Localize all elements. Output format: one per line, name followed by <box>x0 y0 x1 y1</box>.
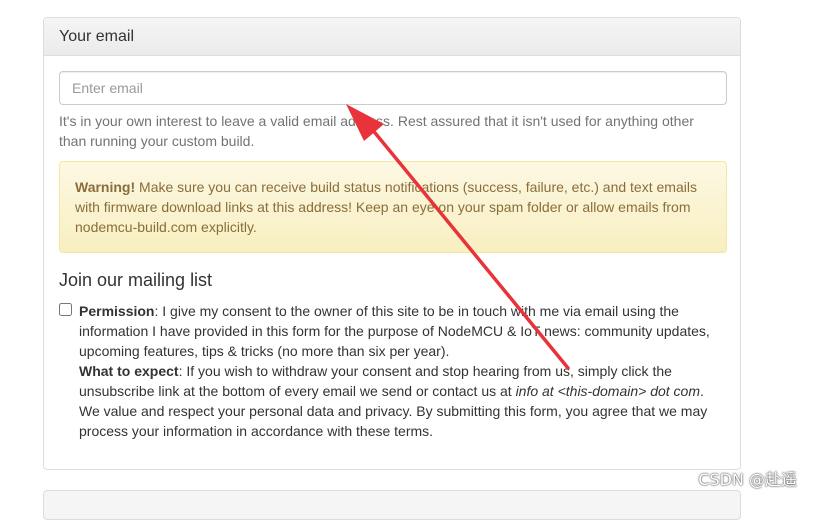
email-panel: Your email It's in your own interest to … <box>43 17 741 470</box>
panel-body: It's in your own interest to leave a val… <box>44 56 740 441</box>
warning-text: Make sure you can receive build status n… <box>75 179 697 235</box>
email-input[interactable] <box>59 71 727 105</box>
permission-checkbox[interactable] <box>59 303 72 316</box>
permission-body: : I give my consent to the owner of this… <box>79 303 710 359</box>
warning-alert: Warning! Make sure you can receive build… <box>59 161 727 253</box>
panel-heading: Your email <box>44 18 740 56</box>
expect-label: What to expect <box>79 363 179 379</box>
permission-consent: Permission: I give my consent to the own… <box>59 301 725 441</box>
contact-address: info at <this-domain> dot com <box>516 383 700 399</box>
mailing-list-title: Join our mailing list <box>59 270 725 291</box>
next-panel <box>43 490 741 520</box>
expect-text: What to expect: If you wish to withdraw … <box>79 361 725 441</box>
warning-label: Warning! <box>75 179 135 195</box>
permission-text: Permission: I give my consent to the own… <box>79 301 725 361</box>
email-help-text: It's in your own interest to leave a val… <box>59 111 725 151</box>
permission-label: Permission <box>79 303 154 319</box>
csdn-watermark: CSDN @赴遥 <box>698 466 797 490</box>
